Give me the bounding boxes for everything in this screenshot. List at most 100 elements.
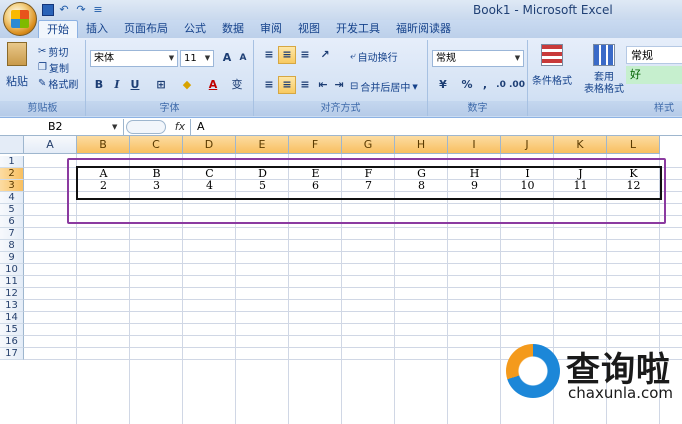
cell[interactable]: 7 (342, 180, 395, 192)
cell[interactable]: 2 (77, 180, 130, 192)
font-name-combo[interactable]: 宋体 ▼ (90, 50, 178, 67)
column-header[interactable]: G (342, 136, 395, 154)
row-header[interactable]: 14 (0, 312, 24, 324)
row-header[interactable]: 7 (0, 228, 24, 240)
column-header[interactable]: I (448, 136, 501, 154)
orientation-icon[interactable]: ↗ (316, 46, 334, 64)
phonetic-guide-button[interactable]: 变 (228, 76, 246, 94)
style-normal[interactable]: 常规 (626, 46, 682, 64)
underline-button[interactable]: U (126, 76, 144, 94)
format-as-table-button[interactable]: 套用 表格格式 (584, 44, 624, 96)
column-header[interactable]: C (130, 136, 183, 154)
merge-icon: ⊟ (350, 81, 359, 92)
undo-icon[interactable]: ↶ (57, 3, 71, 17)
paste-button[interactable]: 粘贴 (6, 42, 28, 89)
row-header[interactable]: 1 (0, 156, 24, 168)
row-header[interactable]: 15 (0, 324, 24, 336)
merge-center-button[interactable]: ⊟ 合并后居中 ▼ (350, 79, 418, 94)
cut-button[interactable]: ✂ 剪切 (38, 44, 68, 59)
window-title: Book1 - Microsoft Excel (473, 3, 613, 17)
column-header[interactable]: F (289, 136, 342, 154)
column-header[interactable]: J (501, 136, 554, 154)
cell[interactable]: 10 (501, 180, 554, 192)
row-header[interactable]: 2 (0, 168, 24, 180)
cell[interactable]: 5 (236, 180, 289, 192)
office-button[interactable] (3, 2, 37, 36)
cell[interactable]: 3 (130, 180, 183, 192)
align-bottom-icon[interactable]: ≡ (296, 46, 314, 64)
conditional-format-button[interactable]: 条件格式 (532, 44, 572, 87)
align-right-icon[interactable]: ≡ (296, 76, 314, 94)
tab-1[interactable]: 插入 (78, 20, 116, 38)
conditional-format-icon (541, 44, 563, 66)
align-middle-icon[interactable]: ≡ (278, 46, 296, 64)
tab-0[interactable]: 开始 (38, 20, 78, 38)
tab-4[interactable]: 数据 (214, 20, 252, 38)
chevron-down-icon[interactable]: ▼ (112, 119, 122, 135)
number-format-combo[interactable]: 常规 ▼ (432, 50, 524, 67)
cell[interactable]: 9 (448, 180, 501, 192)
insert-function-button[interactable]: fx (172, 119, 188, 135)
row-header[interactable]: 10 (0, 264, 24, 276)
row-header[interactable]: 6 (0, 216, 24, 228)
grid-line (76, 154, 77, 424)
save-icon[interactable] (42, 4, 54, 16)
paste-icon (7, 42, 27, 66)
row-header[interactable]: 8 (0, 240, 24, 252)
row-header[interactable]: 13 (0, 300, 24, 312)
decrease-decimal-icon[interactable]: .00 (508, 76, 526, 94)
bold-button[interactable]: B (90, 76, 108, 94)
percent-button[interactable]: % (458, 76, 476, 94)
cell[interactable]: 12 (607, 180, 660, 192)
row-header[interactable]: 3 (0, 180, 24, 192)
column-header[interactable]: H (395, 136, 448, 154)
brush-icon: ✎ (38, 78, 47, 89)
tab-3[interactable]: 公式 (176, 20, 214, 38)
column-header[interactable]: B (77, 136, 130, 154)
format-painter-button[interactable]: ✎ 格式刷 (38, 76, 78, 91)
row-header[interactable]: 9 (0, 252, 24, 264)
scissors-icon: ✂ (38, 46, 47, 57)
font-size-combo[interactable]: 11 ▼ (180, 50, 214, 67)
currency-icon[interactable]: ¥ (434, 76, 452, 94)
align-left-icon[interactable]: ≡ (260, 76, 278, 94)
cell[interactable]: 11 (554, 180, 607, 192)
copy-button[interactable]: ❐ 复制 (38, 60, 69, 75)
grid-line (24, 203, 682, 204)
row-header[interactable]: 12 (0, 288, 24, 300)
cell[interactable]: 8 (395, 180, 448, 192)
column-header[interactable]: E (236, 136, 289, 154)
select-all-corner[interactable] (0, 136, 24, 154)
row-header[interactable]: 17 (0, 348, 24, 360)
fill-color-icon[interactable]: ◆ (178, 76, 196, 94)
tab-6[interactable]: 视图 (290, 20, 328, 38)
column-header[interactable]: K (554, 136, 607, 154)
row-header[interactable]: 11 (0, 276, 24, 288)
style-good[interactable]: 好 (626, 66, 682, 84)
font-color-button[interactable]: A (204, 76, 222, 94)
column-header[interactable]: D (183, 136, 236, 154)
align-top-icon[interactable]: ≡ (260, 46, 278, 64)
column-header[interactable]: A (24, 136, 77, 154)
tab-7[interactable]: 开发工具 (328, 20, 388, 38)
increase-indent-icon[interactable]: ⇥ (330, 76, 348, 94)
redo-icon[interactable]: ↷ (74, 3, 88, 17)
tab-5[interactable]: 审阅 (252, 20, 290, 38)
italic-button[interactable]: I (108, 76, 126, 94)
tab-8[interactable]: 福昕阅读器 (388, 20, 459, 38)
row-header[interactable]: 4 (0, 192, 24, 204)
borders-icon[interactable]: ⊞ (152, 76, 170, 94)
cell[interactable]: 6 (289, 180, 342, 192)
cell[interactable]: 4 (183, 180, 236, 192)
row-header[interactable]: 5 (0, 204, 24, 216)
shrink-font-button[interactable]: A (234, 49, 252, 67)
column-header[interactable]: L (607, 136, 660, 154)
customize-qat-icon[interactable]: ≡ (91, 3, 105, 17)
tab-2[interactable]: 页面布局 (116, 20, 176, 38)
align-center-icon[interactable]: ≡ (278, 76, 296, 94)
formula-input[interactable]: A (190, 119, 680, 135)
grid-line (24, 227, 682, 228)
name-box[interactable]: B2 (0, 119, 124, 135)
row-header[interactable]: 16 (0, 336, 24, 348)
wrap-text-button[interactable]: ⤶ 自动换行 (350, 49, 398, 64)
